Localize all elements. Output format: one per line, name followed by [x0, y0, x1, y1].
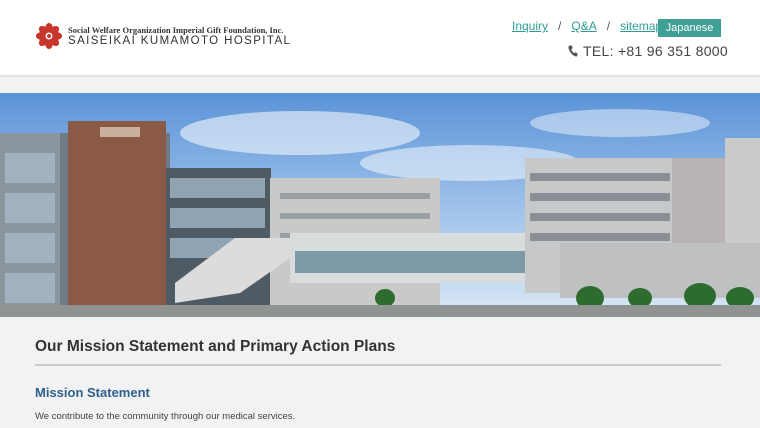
organization-name[interactable]: Social Welfare Organization Imperial Gif…: [68, 25, 284, 35]
section-title-mission-statement: Mission Statement: [35, 385, 150, 400]
japanese-language-button[interactable]: Japanese: [658, 19, 721, 37]
page-title: Our Mission Statement and Primary Action…: [35, 338, 721, 366]
header-nav: Inquiry / Q&A / sitemap: [512, 18, 662, 34]
sitemap-link[interactable]: sitemap: [620, 19, 662, 33]
hero-hospital-image: [0, 93, 760, 317]
hospital-logo-icon[interactable]: [36, 23, 62, 49]
nav-separator: /: [606, 19, 611, 33]
nav-separator: /: [558, 19, 562, 33]
main-content: Our Mission Statement and Primary Action…: [35, 338, 721, 422]
site-header: Social Welfare Organization Imperial Gif…: [0, 0, 760, 77]
mission-statement-text: We contribute to the community through o…: [35, 411, 296, 422]
phone-icon: [568, 45, 578, 57]
phone-number: TEL: +81 96 351 8000: [568, 43, 728, 59]
inquiry-link[interactable]: Inquiry: [512, 19, 548, 33]
phone-number-text: TEL: +81 96 351 8000: [583, 43, 728, 59]
hospital-name[interactable]: SAISEIKAI KUMAMOTO HOSPITAL: [68, 35, 291, 47]
qa-link[interactable]: Q&A: [571, 19, 596, 33]
